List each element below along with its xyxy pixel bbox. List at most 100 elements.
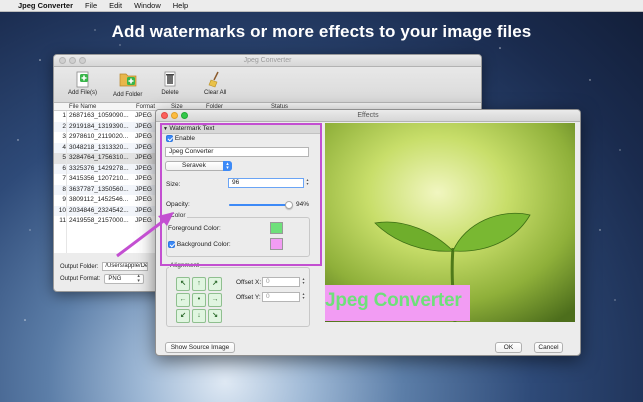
row-number: 8 (62, 185, 66, 193)
menu-app-name[interactable]: Jpeg Converter (16, 1, 79, 10)
size-stepper[interactable]: ▴ ▾ (305, 178, 310, 188)
background-color-swatch[interactable] (270, 238, 283, 250)
size-field[interactable]: 96 (228, 178, 304, 188)
opacity-value: 94% (296, 201, 310, 208)
align-bottom-left-button[interactable]: ↙ (176, 309, 190, 323)
column-format[interactable]: Format (136, 103, 155, 111)
clear-all-button[interactable]: Clear All (204, 70, 226, 96)
add-folder-icon (119, 70, 137, 88)
alignment-grid: ↖ ↑ ↗ ← • → ↙ ↓ ↘ (176, 277, 224, 323)
row-number: 7 (62, 175, 66, 182)
column-file-name[interactable]: File Name (69, 103, 96, 111)
main-window-titlebar: Jpeg Converter (54, 55, 481, 67)
align-bottom-button[interactable]: ↓ (192, 309, 206, 323)
row-number: 6 (62, 164, 66, 172)
window-controls (59, 57, 86, 64)
watermark-preview-text: Jpeg Converter (325, 290, 462, 311)
menu-window[interactable]: Window (128, 1, 167, 10)
row-number: 3 (62, 133, 66, 140)
menu-bar: Jpeg Converter File Edit Window Help (0, 0, 643, 12)
align-top-button[interactable]: ↑ (192, 277, 206, 291)
menu-help[interactable]: Help (167, 1, 194, 10)
show-source-image-button[interactable]: Show Source Image (165, 342, 235, 353)
row-number: 11 (59, 217, 66, 224)
row-file-name: 3637787_1350560... (69, 185, 129, 193)
row-number: 9 (62, 196, 66, 203)
effects-minimize-button[interactable] (171, 112, 178, 119)
font-select[interactable]: Seravek ▴ ▾ (165, 161, 232, 171)
preview-image: Jpeg Converter (325, 123, 575, 322)
toolbar: Add File(s) Add Folder Delete Clear All (54, 67, 481, 103)
row-number: 2 (62, 122, 66, 130)
align-left-button[interactable]: ← (176, 293, 190, 307)
row-number: 1 (62, 112, 66, 119)
add-files-icon (74, 70, 92, 88)
row-file-name: 2687163_1059090... (69, 112, 129, 119)
row-number: 4 (62, 143, 66, 151)
row-number: 10 (58, 206, 66, 214)
color-group-title: Color (169, 212, 187, 219)
effects-zoom-button[interactable] (181, 112, 188, 119)
foreground-color-swatch[interactable] (270, 222, 283, 234)
add-files-button[interactable]: Add File(s) (68, 70, 97, 96)
offset-y-field[interactable]: 0 (262, 292, 300, 302)
delete-button[interactable]: Delete (161, 70, 179, 96)
effects-titlebar: Effects (156, 110, 580, 122)
minimize-button[interactable] (69, 57, 76, 64)
align-right-button[interactable]: → (208, 293, 222, 307)
column-divider (66, 111, 67, 253)
ok-button[interactable]: OK (495, 342, 522, 353)
row-file-name: 2978610_2119020... (69, 133, 129, 140)
output-format-select[interactable]: PNG (104, 274, 145, 284)
align-bottom-right-button[interactable]: ↘ (208, 309, 222, 323)
background-color-label: Background Color: (176, 241, 231, 249)
output-folder-field[interactable]: /Users/apple/Des (102, 262, 149, 271)
menu-file[interactable]: File (79, 1, 103, 10)
align-top-right-button[interactable]: ↗ (208, 277, 222, 291)
menu-edit[interactable]: Edit (103, 1, 128, 10)
delete-icon (161, 70, 179, 88)
effects-close-button[interactable] (161, 112, 168, 119)
row-file-name: 2419558_2157000... (69, 217, 129, 224)
color-group (166, 217, 310, 257)
output-folder-row: Output Folder: /Users/apple/Des (60, 262, 149, 271)
opacity-slider[interactable] (229, 201, 294, 209)
offset-x-label: Offset X: (236, 279, 262, 286)
add-folder-button[interactable]: Add Folder (113, 70, 142, 98)
watermark-section-header[interactable]: ▼ Watermark Text (160, 124, 321, 134)
size-label: Size: (166, 181, 181, 188)
offset-x-stepper[interactable]: ▴ ▾ (301, 277, 306, 287)
row-file-name: 2034846_2324542... (69, 206, 129, 214)
row-number: 5 (62, 154, 66, 161)
opacity-label: Opacity: (166, 201, 190, 208)
row-file-name: 3415356_1207210... (69, 175, 129, 182)
align-center-button[interactable]: • (192, 293, 206, 307)
watermark-text-field[interactable]: Jpeg Converter (165, 147, 309, 157)
watermark-preview: Jpeg Converter (325, 285, 470, 321)
broom-icon (206, 70, 224, 88)
output-format-row: Output Format: PNG (60, 274, 145, 284)
close-button[interactable] (59, 57, 66, 64)
background-color-checkbox[interactable] (168, 241, 175, 248)
effects-window-controls (161, 112, 188, 119)
offset-y-stepper[interactable]: ▴ ▾ (301, 292, 306, 302)
output-format-label: Output Format: (60, 276, 101, 282)
offset-x-field[interactable]: 0 (262, 277, 300, 287)
foreground-color-label: Foreground Color: (168, 225, 221, 232)
row-file-name: 3809112_1452546... (69, 196, 129, 203)
align-top-left-button[interactable]: ↖ (176, 277, 190, 291)
main-window-title: Jpeg Converter (243, 57, 292, 64)
zoom-button[interactable] (79, 57, 86, 64)
row-file-name: 3048218_1313320... (69, 143, 129, 151)
cancel-button[interactable]: Cancel (534, 342, 563, 353)
enable-checkbox-row[interactable]: Enable (166, 135, 195, 142)
offset-y-label: Offset Y: (236, 294, 261, 301)
output-folder-label: Output Folder: (60, 263, 99, 270)
background-color-row[interactable]: Background Color: (168, 241, 231, 248)
alignment-group-title: Alignment (169, 262, 200, 269)
opacity-slider-fill (229, 204, 290, 206)
row-file-name: 3284764_1756310... (69, 154, 129, 161)
font-select-value: Seravek (182, 162, 206, 169)
chevron-updown-icon: ▴ ▾ (223, 161, 232, 171)
enable-checkbox[interactable] (166, 135, 173, 142)
